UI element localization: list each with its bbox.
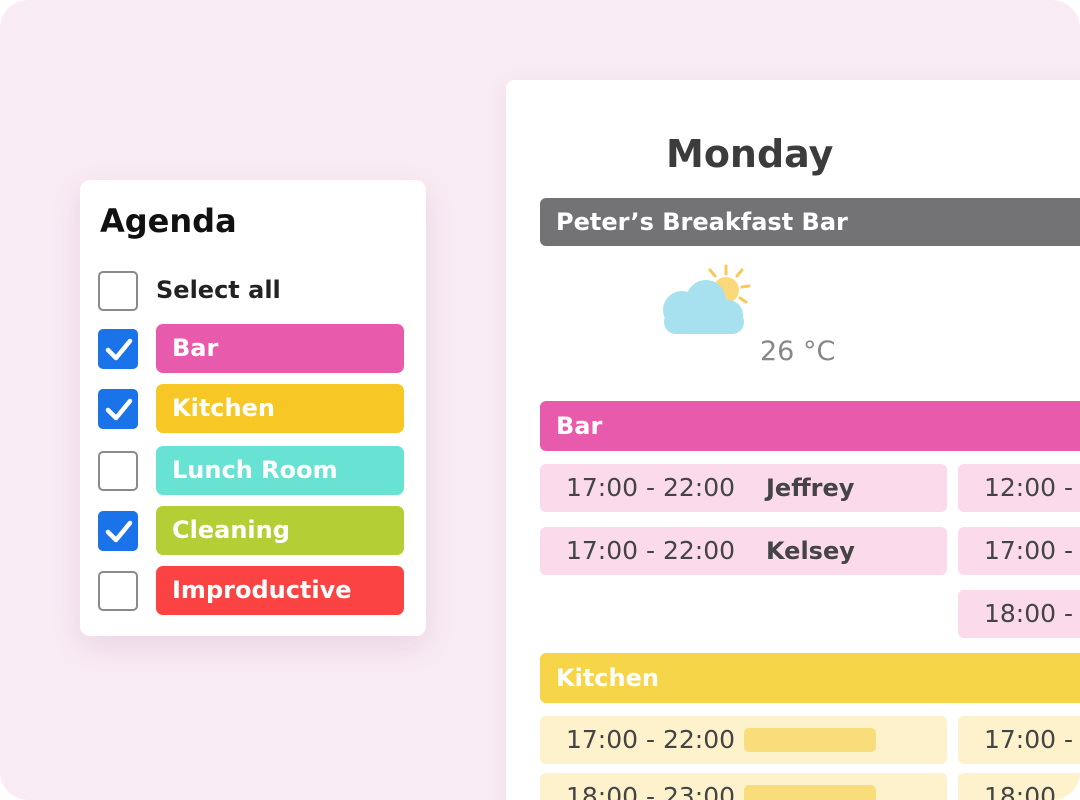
shift-card[interactable]: 18:00 - <box>958 773 1080 800</box>
shift-time: 12:00 - <box>984 473 1074 502</box>
shift-time: 17:00 - 22:00 <box>566 536 736 565</box>
shift-card[interactable]: 17:00 - 22:00 <box>540 716 947 764</box>
tag-kitchen[interactable]: Kitchen <box>156 384 404 433</box>
shift-time: 17:00 - 22:00 <box>566 725 736 754</box>
kitchen-checkbox[interactable] <box>98 389 138 429</box>
select-all-label: Select all <box>156 276 281 304</box>
cleaning-checkbox[interactable] <box>98 511 138 551</box>
shift-card[interactable]: 17:00 - <box>958 527 1080 575</box>
canvas: Agenda Select all Bar Kitchen Lunch Room <box>0 0 1080 800</box>
agenda-card: Agenda Select all Bar Kitchen Lunch Room <box>80 180 426 636</box>
tag-bar[interactable]: Bar <box>156 324 404 373</box>
tag-improductive[interactable]: Improductive <box>156 566 404 615</box>
tag-cleaning[interactable]: Cleaning <box>156 506 404 555</box>
tag-lunch-room[interactable]: Lunch Room <box>156 446 404 495</box>
bar-checkbox[interactable] <box>98 329 138 369</box>
shift-time: 18:00 - 23:00 <box>566 782 736 800</box>
shift-time: 17:00 - <box>984 725 1074 754</box>
agenda-item-kitchen[interactable]: Kitchen <box>98 384 404 434</box>
shift-card[interactable]: 17:00 - 22:00 Kelsey <box>540 527 947 575</box>
shift-card[interactable]: 12:00 - <box>958 464 1080 512</box>
shift-time: 17:00 - <box>984 536 1074 565</box>
agenda-item-bar[interactable]: Bar <box>98 324 404 374</box>
schedule-panel: Monday Peter’s Breakfast Bar 26 °C Bar 1… <box>506 80 1080 800</box>
section-header-kitchen[interactable]: Kitchen <box>540 653 1080 703</box>
checkmark-icon <box>105 338 133 361</box>
agenda-item-lunch-room[interactable]: Lunch Room <box>98 446 404 496</box>
improductive-checkbox[interactable] <box>98 571 138 611</box>
select-all-row[interactable]: Select all <box>98 266 404 316</box>
temperature: 26 °C <box>760 336 836 367</box>
shift-card[interactable]: 18:00 - 23:00 <box>540 773 947 800</box>
shift-time: 17:00 - 22:00 <box>566 473 736 502</box>
day-title: Monday <box>666 132 834 176</box>
shift-card[interactable]: 18:00 - <box>958 590 1080 638</box>
agenda-item-improductive[interactable]: Improductive <box>98 566 404 616</box>
agenda-title: Agenda <box>100 202 237 240</box>
shift-employee: Jeffrey <box>766 474 855 502</box>
agenda-item-cleaning[interactable]: Cleaning <box>98 506 404 556</box>
section-header-bar[interactable]: Bar <box>540 401 1080 451</box>
shift-card[interactable]: 17:00 - 22:00 Jeffrey <box>540 464 947 512</box>
unassigned-employee-placeholder <box>744 728 876 752</box>
lunch-room-checkbox[interactable] <box>98 451 138 491</box>
partly-cloudy-icon <box>663 264 751 334</box>
unassigned-employee-placeholder <box>744 785 876 800</box>
select-all-checkbox[interactable] <box>98 271 138 311</box>
checkmark-icon <box>105 398 133 421</box>
checkmark-icon <box>105 520 133 543</box>
shift-employee: Kelsey <box>766 537 855 565</box>
venue-header[interactable]: Peter’s Breakfast Bar <box>540 198 1080 246</box>
shift-time: 18:00 - <box>984 782 1074 800</box>
shift-time: 18:00 - <box>984 599 1074 628</box>
shift-card[interactable]: 17:00 - <box>958 716 1080 764</box>
